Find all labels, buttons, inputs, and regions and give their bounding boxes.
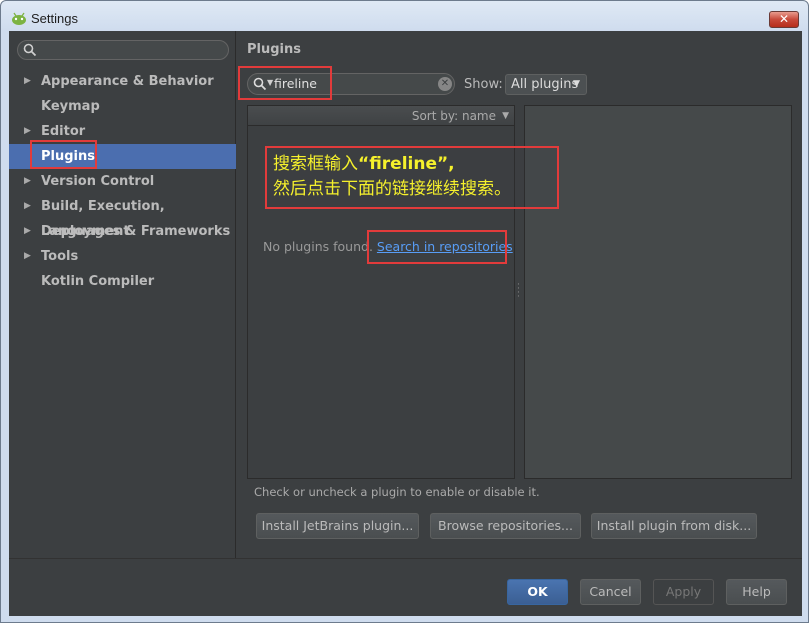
sidebar-item-languages-frameworks[interactable]: ▶ Languages & Frameworks: [9, 219, 236, 244]
expand-arrow-icon[interactable]: ▶: [24, 244, 31, 269]
hint-text: Check or uncheck a plugin to enable or d…: [254, 485, 540, 499]
sidebar-item-label: Version Control: [41, 174, 155, 189]
cancel-button[interactable]: Cancel: [580, 579, 641, 605]
chevron-down-icon: ▼: [573, 79, 580, 89]
sidebar-item-tools[interactable]: ▶ Tools: [9, 244, 236, 269]
ok-button[interactable]: OK: [507, 579, 568, 605]
settings-search-input[interactable]: [17, 40, 229, 60]
search-highlight-box: [238, 66, 332, 100]
close-button[interactable]: ✕: [769, 11, 799, 28]
plugin-details-pane: [524, 105, 792, 479]
annotation-text: 搜索框输入“fireline”, 然后点击下面的链接继续搜索。: [273, 152, 511, 202]
install-jetbrains-plugin-button[interactable]: Install JetBrains plugin...: [256, 513, 419, 539]
help-button[interactable]: Help: [726, 579, 787, 605]
install-from-disk-button[interactable]: Install plugin from disk...: [591, 513, 757, 539]
expand-arrow-icon[interactable]: ▶: [24, 169, 31, 194]
sidebar-item-label: Keymap: [41, 99, 100, 114]
annotation-callout: 搜索框输入“fireline”, 然后点击下面的链接继续搜索。: [265, 146, 559, 209]
clear-search-icon[interactable]: ✕: [438, 77, 452, 91]
sidebar-item-label: Appearance & Behavior: [41, 74, 214, 89]
show-filter-value: All plugins: [511, 77, 579, 92]
no-plugins-text: No plugins found.: [263, 239, 373, 254]
annotation-line-2: 然后点击下面的链接继续搜索。: [273, 179, 511, 199]
sidebar-item-label: Kotlin Compiler: [41, 274, 155, 289]
sidebar-item-build-execution-deployment[interactable]: ▶ Build, Execution, Deployment: [9, 194, 236, 239]
title-bar[interactable]: Settings ✕: [1, 1, 808, 31]
dialog-body: ▶ Appearance & Behavior Keymap ▶ Editor Plugi…: [9, 31, 802, 616]
annotation-keyword: fireline: [369, 154, 437, 174]
page-title: Plugins: [247, 42, 301, 57]
settings-sidebar: ▶ Appearance & Behavior Keymap ▶ Editor Plugi…: [9, 31, 236, 558]
window-title: Settings: [31, 11, 78, 26]
link-highlight-box: [367, 230, 507, 264]
splitter-handle[interactable]: · · · ·: [517, 281, 520, 302]
sidebar-item-kotlin-compiler[interactable]: Kotlin Compiler: [9, 269, 236, 294]
settings-window: Settings ✕ ▶ Appearance & Behavior Keymap ▶…: [0, 0, 809, 623]
apply-button[interactable]: Apply: [653, 579, 714, 605]
sidebar-item-appearance-behavior[interactable]: ▶ Appearance & Behavior: [9, 69, 236, 94]
sort-label: Sort by: name: [411, 109, 496, 123]
sidebar-item-label: Tools: [41, 249, 79, 264]
dialog-footer: OK Cancel Apply Help: [9, 558, 802, 616]
sidebar-item-version-control[interactable]: ▶ Version Control: [9, 169, 236, 194]
sidebar-item-keymap[interactable]: Keymap: [9, 94, 236, 119]
plugins-highlight-box: [30, 140, 97, 169]
show-label: Show:: [464, 77, 503, 92]
plugins-panel: Plugins ▼ fireline ✕ Show: All plugins ▼…: [237, 31, 802, 558]
android-studio-icon: [12, 12, 26, 25]
show-filter-select[interactable]: All plugins ▼: [505, 74, 587, 95]
chevron-down-icon: ▼: [502, 111, 509, 121]
expand-arrow-icon[interactable]: ▶: [24, 194, 31, 219]
expand-arrow-icon[interactable]: ▶: [24, 219, 31, 244]
expand-arrow-icon[interactable]: ▶: [24, 69, 31, 94]
search-icon: [23, 43, 37, 57]
sidebar-item-label: Languages & Frameworks: [41, 224, 231, 239]
annotation-line-1: 搜索框输入“fireline”,: [273, 154, 455, 174]
sort-dropdown[interactable]: Sort by: name ▼: [248, 106, 514, 126]
browse-repositories-button[interactable]: Browse repositories...: [430, 513, 581, 539]
